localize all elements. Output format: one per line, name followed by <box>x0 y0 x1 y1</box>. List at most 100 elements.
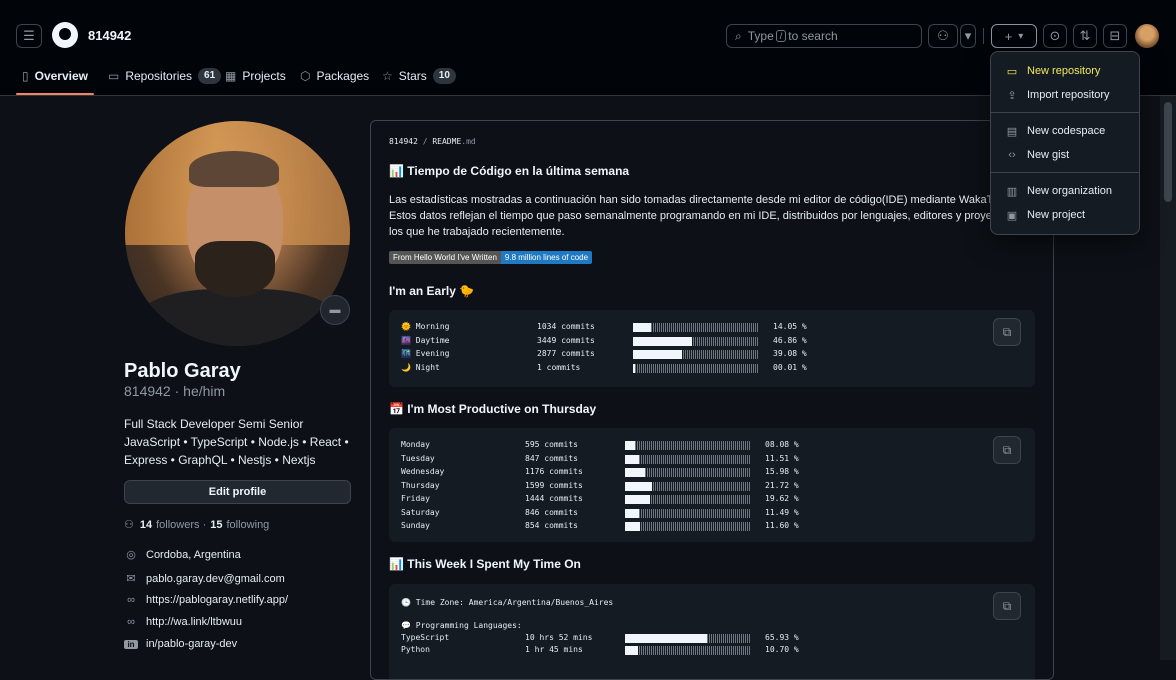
tab-stars[interactable]: ☆ Stars 10 <box>382 64 456 88</box>
issue-opened-icon: ⊙ <box>1049 28 1061 43</box>
tab-packages[interactable]: ⬡ Packages <box>300 64 369 88</box>
people-icon: ⚇ <box>124 519 134 531</box>
followers-link[interactable]: followers · <box>156 519 206 531</box>
menu-item-label: New codespace <box>1027 125 1106 137</box>
copilot-icon: ⚇ <box>937 28 949 43</box>
stat-bar-fill <box>625 468 645 477</box>
stat-count: 1 hr 45 mins <box>525 644 583 654</box>
tab-label: Stars <box>398 69 427 83</box>
stat-label: 🌆 Daytime <box>401 335 450 345</box>
stat-count: 1176 commits <box>525 467 583 476</box>
stat-bar-fill <box>625 495 650 504</box>
copy-button[interactable]: ⧉ <box>993 436 1021 464</box>
active-tab-indicator <box>16 93 94 95</box>
stat-percent: 21.72 % <box>765 480 799 490</box>
github-logo-icon[interactable] <box>52 22 78 48</box>
stat-count: 3449 commits <box>537 335 595 345</box>
stat-label: Python <box>401 644 430 654</box>
lines-of-code-badge: From Hello World I've Written 9.8 millio… <box>389 251 593 264</box>
header-username[interactable]: 814942 <box>88 28 131 43</box>
star-icon: ☆ <box>382 69 393 83</box>
hamburger-menu-button[interactable]: ☰ <box>16 24 42 48</box>
vcard-website[interactable]: ∞ https://pablogaray.netlify.app/ <box>124 594 288 606</box>
location-icon: ◎ <box>126 549 136 561</box>
set-status-button[interactable]: ▬ <box>320 295 350 325</box>
following-count[interactable]: 15 <box>210 519 222 531</box>
vcard-linkedin[interactable]: in in/pablo-garay-dev <box>124 638 237 650</box>
menu-item-new-repository[interactable]: ▭ New repository <box>999 60 1133 82</box>
search-icon: ⌕ <box>735 28 742 43</box>
user-avatar-button[interactable] <box>1135 24 1159 48</box>
copilot-dropdown-button[interactable]: ▾ <box>960 24 976 48</box>
stat-count: 1 commits <box>537 362 581 372</box>
search-placeholder-post: to search <box>788 29 838 43</box>
following-link[interactable]: following <box>227 519 270 531</box>
profile-name: Pablo Garay <box>124 360 241 382</box>
inbox-icon: ⊟ <box>1109 28 1121 43</box>
stat-bar <box>625 634 750 643</box>
stat-row: 🌙 Night 1 commits 00.01 % <box>401 362 961 374</box>
stat-label: 🌙 Night <box>401 362 440 372</box>
stat-bar-fill <box>625 508 639 518</box>
readme-path-sep: / <box>417 137 433 146</box>
vcard-link2[interactable]: ∞ http://wa.link/ltbwuu <box>124 616 242 628</box>
pull-requests-button[interactable]: ⇅ <box>1073 24 1097 48</box>
profile-readme-card: 814942 / README.md 📊 Tiempo de Código en… <box>370 120 1054 680</box>
email-link[interactable]: pablo.garay.dev@gmail.com <box>146 573 285 585</box>
stat-row: Tuesday 847 commits 11.51 % <box>401 453 961 465</box>
stat-label: Saturday <box>401 507 440 517</box>
inbox-button[interactable]: ⊟ <box>1103 24 1127 48</box>
issues-button[interactable]: ⊙ <box>1043 24 1067 48</box>
stat-percent: 11.51 % <box>765 453 799 463</box>
tab-overview[interactable]: ▯ Overview <box>22 64 88 88</box>
profile-bio: Full Stack Developer Semi Senior JavaScr… <box>124 417 349 467</box>
tab-projects[interactable]: ▦ Projects <box>225 64 286 88</box>
stat-label: Friday <box>401 494 430 503</box>
stat-row: Thursday 1599 commits 21.72 % <box>401 480 961 492</box>
copilot-button[interactable]: ⚇ <box>928 24 958 48</box>
stat-count: 1599 commits <box>525 480 583 490</box>
profile-handle: 814942 · he/him <box>124 383 226 399</box>
copy-button[interactable]: ⧉ <box>993 592 1021 620</box>
readme-path-file: README <box>432 137 462 146</box>
menu-item-new-organization[interactable]: ▥ New organization <box>999 180 1133 202</box>
hamburger-icon: ☰ <box>23 28 35 43</box>
copy-button[interactable]: ⧉ <box>993 318 1021 346</box>
badge-left: From Hello World I've Written <box>389 251 501 264</box>
readme-path: 814942 / README.md <box>389 137 476 146</box>
menu-item-new-gist[interactable]: ‹› New gist <box>999 144 1133 166</box>
smiley-icon: ▬ <box>329 304 341 316</box>
linkedin-link[interactable]: in/pablo-garay-dev <box>146 638 237 650</box>
vcard-email[interactable]: ✉ pablo.garay.dev@gmail.com <box>124 572 285 586</box>
timezone-line: 🕒 Time Zone: America/Argentina/Buenos_Ai… <box>401 598 614 607</box>
profile-avatar[interactable] <box>125 121 350 346</box>
repositories-count: 61 <box>198 68 222 84</box>
tab-repositories[interactable]: ▭ Repositories 61 <box>108 64 222 88</box>
table-icon: ▦ <box>225 69 237 83</box>
copy-icon: ⧉ <box>1002 598 1012 613</box>
create-new-button[interactable]: + ▾ <box>991 24 1037 48</box>
stat-percent: 11.60 % <box>765 521 799 530</box>
menu-item-label: New organization <box>1027 185 1112 197</box>
search-input[interactable]: ⌕ Type / to search <box>726 24 922 48</box>
edit-profile-button[interactable]: Edit profile <box>124 480 351 504</box>
stat-bar-fill <box>633 323 651 332</box>
menu-item-label: New repository <box>1027 65 1101 77</box>
website-link[interactable]: https://pablogaray.netlify.app/ <box>146 594 288 606</box>
chevron-down-icon: ▾ <box>1018 30 1024 42</box>
followers-count[interactable]: 14 <box>140 519 152 531</box>
menu-item-new-project[interactable]: ▣ New project <box>999 204 1133 226</box>
repo-icon: ▭ <box>108 69 120 83</box>
stat-label: Sunday <box>401 521 430 530</box>
social-link[interactable]: http://wa.link/ltbwuu <box>146 616 242 628</box>
menu-item-import-repository[interactable]: ⇪ Import repository <box>999 84 1133 106</box>
tab-label: Projects <box>242 69 286 83</box>
stat-bar-fill <box>625 481 652 491</box>
menu-item-new-codespace[interactable]: ▤ New codespace <box>999 120 1133 142</box>
repo-push-icon: ⇪ <box>1007 89 1017 102</box>
tab-label: Overview <box>34 69 88 83</box>
project-icon: ▣ <box>1006 209 1018 222</box>
code-icon: ‹› <box>1008 149 1016 161</box>
readme-path-user[interactable]: 814942 <box>389 137 418 146</box>
page-scrollbar[interactable] <box>1160 96 1176 660</box>
